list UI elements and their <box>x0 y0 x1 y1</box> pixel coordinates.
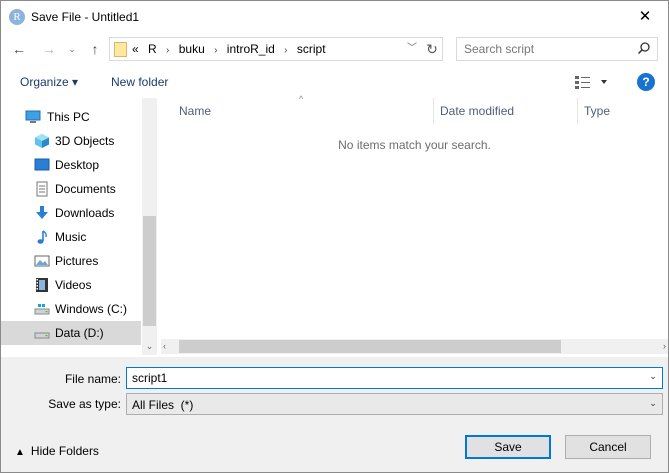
navigation-pane-scrollbar[interactable]: ⌄ <box>142 98 157 355</box>
breadcrumb-item-buku[interactable]: buku <box>179 42 205 56</box>
change-view-icon[interactable] <box>573 73 611 91</box>
sidebar-item-windows-c[interactable]: Windows (C:) <box>1 297 141 321</box>
navigation-pane: This PC 3D Objects Desktop Documents Dow… <box>1 98 157 355</box>
sidebar-item-label: Downloads <box>55 206 115 220</box>
breadcrumb-separator-icon[interactable]: › <box>214 45 217 56</box>
sidebar-item-videos[interactable]: Videos <box>1 273 141 297</box>
breadcrumb: « R › buku › introR_id › script <box>132 38 332 60</box>
scrollbar-thumb[interactable] <box>143 216 156 326</box>
new-folder-button[interactable]: New folder <box>111 75 168 89</box>
up-button[interactable]: ↑ <box>84 38 106 60</box>
address-bar[interactable]: « R › buku › introR_id › script ﹀ ↻ <box>109 37 443 61</box>
address-dropdown-icon[interactable]: ﹀ <box>404 38 420 60</box>
documents-icon <box>36 181 48 197</box>
music-icon <box>37 230 47 244</box>
file-list-horizontal-scrollbar[interactable]: ‹ › <box>161 339 668 354</box>
forward-button[interactable]: → <box>38 38 60 60</box>
recent-locations-button[interactable]: ⌄ <box>65 38 79 60</box>
column-header-type[interactable]: Type <box>584 98 610 124</box>
search-input[interactable]: Search script <box>456 37 658 61</box>
breadcrumb-separator-icon[interactable]: › <box>166 45 169 56</box>
sidebar-item-downloads[interactable]: Downloads <box>1 201 141 225</box>
save-as-type-select[interactable]: All Files (*) ⌄ <box>126 393 663 415</box>
title-bar: R Save File - Untitled1 ✕ <box>1 1 668 32</box>
column-divider[interactable] <box>577 98 578 124</box>
sidebar-item-desktop[interactable]: Desktop <box>1 153 141 177</box>
sidebar-item-label: Documents <box>55 182 116 196</box>
save-file-dialog: R Save File - Untitled1 ✕ ← → ⌄ ↑ « R › … <box>0 0 669 473</box>
scroll-right-icon[interactable]: › <box>663 339 666 354</box>
close-button[interactable]: ✕ <box>622 1 668 32</box>
scrollbar-thumb[interactable] <box>179 340 561 353</box>
sidebar-item-documents[interactable]: Documents <box>1 177 141 201</box>
desktop-icon <box>34 158 50 171</box>
command-toolbar: Organize ▾ New folder ? <box>1 67 668 97</box>
sidebar-item-label: Music <box>55 230 87 244</box>
column-header-name[interactable]: Name <box>179 98 211 124</box>
this-pc-icon <box>25 110 41 123</box>
hide-folders-button[interactable]: ▲ Hide Folders <box>15 444 99 458</box>
breadcrumb-separator-icon[interactable]: › <box>284 45 287 56</box>
save-as-type-label: Save as type: <box>48 397 121 411</box>
hide-folders-label: Hide Folders <box>30 444 99 458</box>
save-form-panel: File name: script1 ⌄ Save as type: All F… <box>1 357 668 472</box>
back-button[interactable]: ← <box>8 38 30 60</box>
videos-icon <box>36 278 48 292</box>
drive-c-icon <box>34 304 50 315</box>
refresh-icon[interactable]: ↻ <box>423 38 441 60</box>
file-name-field[interactable]: script1 ⌄ <box>126 367 663 389</box>
sidebar-item-label: Desktop <box>55 158 100 172</box>
breadcrumb-overflow[interactable]: « <box>132 42 139 56</box>
sidebar-item-label: Pictures <box>55 254 99 268</box>
organize-button[interactable]: Organize ▾ <box>20 75 78 89</box>
file-name-label: File name: <box>64 372 121 386</box>
chevron-up-icon: ▲ <box>15 447 25 458</box>
navigation-bar: ← → ⌄ ↑ « R › buku › introR_id › script … <box>1 34 668 66</box>
search-placeholder: Search script <box>464 42 535 56</box>
sidebar-item-label: 3D Objects <box>55 134 115 148</box>
help-icon[interactable]: ? <box>637 73 655 91</box>
chevron-down-icon[interactable]: ⌄ <box>647 398 659 409</box>
r-app-icon: R <box>9 9 25 25</box>
column-divider[interactable] <box>433 98 434 124</box>
sidebar-item-this-pc[interactable]: This PC <box>1 105 141 129</box>
sidebar-item-3d-objects[interactable]: 3D Objects <box>1 129 141 153</box>
pictures-icon <box>34 255 50 267</box>
file-list-pane: ^ Name Date modified Type No items match… <box>161 94 668 355</box>
sidebar-item-music[interactable]: Music <box>1 225 141 249</box>
empty-folder-message: No items match your search. <box>338 138 491 152</box>
sidebar-item-data-d[interactable]: Data (D:) <box>1 321 141 345</box>
sort-ascending-icon: ^ <box>299 94 304 104</box>
save-as-type-value[interactable]: All Files (*) <box>132 398 193 412</box>
breadcrumb-item-r[interactable]: R <box>148 42 157 56</box>
downloads-icon <box>36 206 48 219</box>
sidebar-item-label: Windows (C:) <box>55 302 128 316</box>
sidebar-item-label: Videos <box>55 278 92 292</box>
3d-objects-icon <box>35 134 49 148</box>
sidebar-item-label: This PC <box>47 110 90 124</box>
breadcrumb-item-intror-id[interactable]: introR_id <box>227 42 275 56</box>
chevron-down-icon[interactable]: ⌄ <box>647 371 659 382</box>
column-header-date-modified[interactable]: Date modified <box>440 98 514 124</box>
search-icon <box>637 42 650 55</box>
scroll-left-icon[interactable]: ‹ <box>163 339 166 354</box>
drive-d-icon <box>34 332 50 339</box>
folder-icon <box>114 42 127 57</box>
save-button[interactable]: Save <box>465 435 551 459</box>
window-title: Save File - Untitled1 <box>31 10 140 24</box>
breadcrumb-item-script[interactable]: script <box>297 42 326 56</box>
file-name-value[interactable]: script1 <box>132 371 167 385</box>
sidebar-item-label: Data (D:) <box>55 326 104 340</box>
sidebar-item-pictures[interactable]: Pictures <box>1 249 141 273</box>
scroll-down-icon[interactable]: ⌄ <box>142 339 157 353</box>
cancel-button[interactable]: Cancel <box>565 435 651 459</box>
